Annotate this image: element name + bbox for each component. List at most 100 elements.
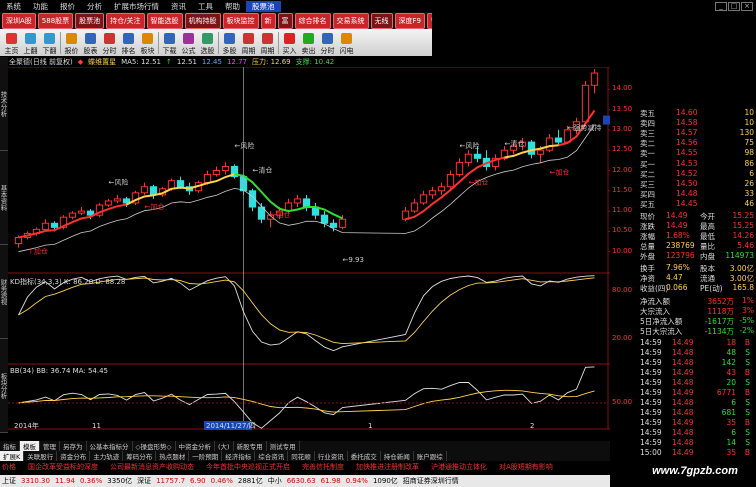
maximize-icon[interactable]: □ — [728, 1, 740, 11]
chart-svg[interactable]: ↑加仓 ←风险 ←风险 ←清仓 ←加仓 ←加仓 ←9.93 ←风险 ←清仓 ←加仓 ←加仓 ←强势减持… — [8, 67, 610, 430]
ticker-item[interactable]: 公司最新消息资产收购动态 — [110, 462, 194, 473]
toolbar-button[interactable]: 排名 — [119, 30, 138, 56]
toolbar-button[interactable]: 主页 — [2, 30, 21, 56]
market-tab[interactable]: 股票池 — [75, 12, 105, 29]
market-tab[interactable]: 板块监控 — [222, 12, 259, 29]
toolbar-button[interactable]: 周期 — [239, 30, 258, 56]
ticker-item[interactable]: 国企改革受益标的深度 — [28, 462, 98, 473]
tick-side: S — [745, 438, 750, 447]
toolbar-icon — [66, 33, 77, 44]
annotation-position: ↑加仓 — [28, 247, 48, 256]
market-tab[interactable]: 富 — [277, 12, 293, 29]
toolbar-button[interactable]: 买入 — [280, 30, 299, 56]
indicator-tab[interactable]: 中资金分析 — [176, 441, 215, 451]
market-tab[interactable]: 深圳A股 — [2, 12, 36, 29]
extension-tab[interactable]: 账户跟综 — [414, 451, 447, 461]
menu-item[interactable]: 报价 — [54, 1, 81, 12]
symbol-label[interactable]: 全聚德(日线 前复权) — [9, 57, 73, 67]
market-tab[interactable]: 交易系统 — [332, 12, 369, 29]
indicator-tab[interactable]: 另存为 — [60, 441, 87, 451]
order-book-price: 14.50 — [676, 179, 698, 188]
extension-tab[interactable]: 主力轨迹 — [90, 451, 124, 461]
menu-item[interactable]: 系统 — [0, 1, 27, 12]
extension-tab[interactable]: 同花顺 — [288, 451, 315, 461]
menu-item[interactable]: 帮助 — [219, 1, 246, 12]
order-book-volume: 75 — [744, 138, 754, 147]
menu-item[interactable]: 扩展市场行情 — [108, 1, 165, 12]
extension-tab[interactable]: 一阶预期 — [189, 451, 223, 461]
extension-tab[interactable]: 关联股行 — [24, 451, 58, 461]
side-tab[interactable]: 基本资料 — [0, 151, 8, 245]
menu-item[interactable]: 分析 — [81, 1, 108, 12]
toolbar-button[interactable]: 上翻 — [21, 30, 40, 56]
extension-tab[interactable]: 综合资讯 — [255, 451, 289, 461]
tick-price: 14.49 — [672, 368, 694, 377]
stat-value: 5.46 — [737, 241, 754, 250]
market-tab[interactable]: 综合排名 — [294, 12, 331, 29]
indicator-tab[interactable]: 管理 — [40, 441, 60, 451]
ticker-item[interactable]: 沪港通推动立体化 — [431, 462, 487, 473]
toolbar-button[interactable]: 分时 — [318, 30, 337, 56]
toolbar-button[interactable]: 卖出 — [299, 30, 318, 56]
toolbar-button[interactable]: 报价 — [62, 30, 81, 56]
side-tab[interactable]: 财务透视 — [0, 245, 8, 339]
market-tab[interactable]: 机构持股 — [184, 12, 221, 29]
menu-item[interactable]: 资讯 — [165, 1, 192, 12]
market-tab[interactable]: 无线 — [370, 12, 393, 29]
window-buttons: _ □ × — [715, 1, 756, 11]
minimize-icon[interactable]: _ — [715, 1, 727, 11]
ticker-item[interactable]: 价格 — [2, 462, 16, 473]
market-tab[interactable]: 智能选股 — [146, 12, 183, 29]
ticker-item[interactable]: 完善信托制度 — [302, 462, 344, 473]
extension-tab[interactable]: 筹码分布 — [123, 451, 157, 461]
toolbar-button[interactable]: 闪电 — [337, 30, 356, 56]
market-tab[interactable]: 588股票 — [37, 12, 74, 29]
toolbar-button[interactable]: 多股 — [220, 30, 239, 56]
toolbar-button[interactable]: 公式 — [179, 30, 198, 56]
indicator-tab[interactable]: (大) — [215, 441, 234, 451]
toolbar-button[interactable]: 股表 — [81, 30, 100, 56]
market-tab[interactable]: 智慧早报 — [427, 12, 432, 29]
indicator-tab[interactable]: 指标 — [0, 441, 20, 451]
market-tab[interactable]: 深度F9 — [394, 12, 426, 29]
sz-change: 6.90 — [190, 477, 206, 485]
menu-item[interactable]: 功能 — [27, 1, 54, 12]
toolbar-button[interactable]: 下翻 — [40, 30, 59, 56]
extension-tab[interactable]: 热点题材 — [156, 451, 190, 461]
indicator-tab[interactable]: 公基本指标分 — [87, 441, 133, 451]
toolbar-button[interactable]: 选股 — [198, 30, 217, 56]
extension-tab[interactable]: 委托成交 — [348, 451, 381, 461]
close-icon[interactable]: × — [741, 1, 753, 11]
side-tab[interactable]: 技术分析 — [0, 57, 8, 151]
indicator-tab[interactable]: 新股专用 — [234, 441, 267, 451]
market-tab[interactable]: 新 — [260, 12, 276, 29]
stat-value: 15.25 — [732, 211, 754, 220]
price-chart-area[interactable]: ↑加仓 ←风险 ←风险 ←清仓 ←加仓 ←加仓 ←9.93 ←风险 ←清仓 ←加仓 ←加仓 ←强势减持… — [8, 67, 610, 430]
toolbar-button[interactable]: 周期 — [258, 30, 277, 56]
side-tab[interactable]: 板块分析 — [0, 339, 8, 433]
extension-tab[interactable]: 经济指标 — [222, 451, 256, 461]
toolbar-button[interactable]: 分时 — [100, 30, 119, 56]
indicator-tab[interactable]: ◇操盘形势◇ — [133, 441, 176, 451]
extension-tab[interactable]: 扩展K — [0, 451, 25, 461]
ticker-item[interactable]: 加快推进注册制改革 — [356, 462, 419, 473]
indicator-tab[interactable]: 模板 — [20, 441, 40, 451]
stat-label: 收益(四) — [640, 284, 669, 293]
candle-body — [590, 72, 599, 86]
flow-row: 净流入额 3652万 1% — [640, 296, 756, 306]
tick-time: 14:59 — [640, 428, 662, 437]
toolbar-button[interactable]: 下载 — [160, 30, 179, 56]
extension-tab[interactable]: 持仓新闻 — [381, 451, 414, 461]
ticker-item[interactable]: 对A股短期有影响 — [499, 462, 553, 473]
tick-price: 14.49 — [672, 418, 694, 427]
toolbar-button-label: 闪电 — [339, 47, 354, 55]
market-tab[interactable]: 持仓/关注 — [106, 12, 145, 29]
indicator-tab[interactable]: 测试专用 — [267, 441, 300, 451]
extension-tab[interactable]: 资金分布 — [57, 451, 91, 461]
extension-tab[interactable]: 行业资讯 — [315, 451, 348, 461]
indicator-name[interactable]: 蝶维置星 — [88, 57, 116, 67]
ticker-item[interactable]: 今年首批中央巡视正式开启 — [206, 462, 290, 473]
toolbar-button[interactable]: 板块 — [138, 30, 157, 56]
menu-item[interactable]: 股票池 — [246, 0, 281, 12]
menu-item[interactable]: 工具 — [192, 1, 219, 12]
